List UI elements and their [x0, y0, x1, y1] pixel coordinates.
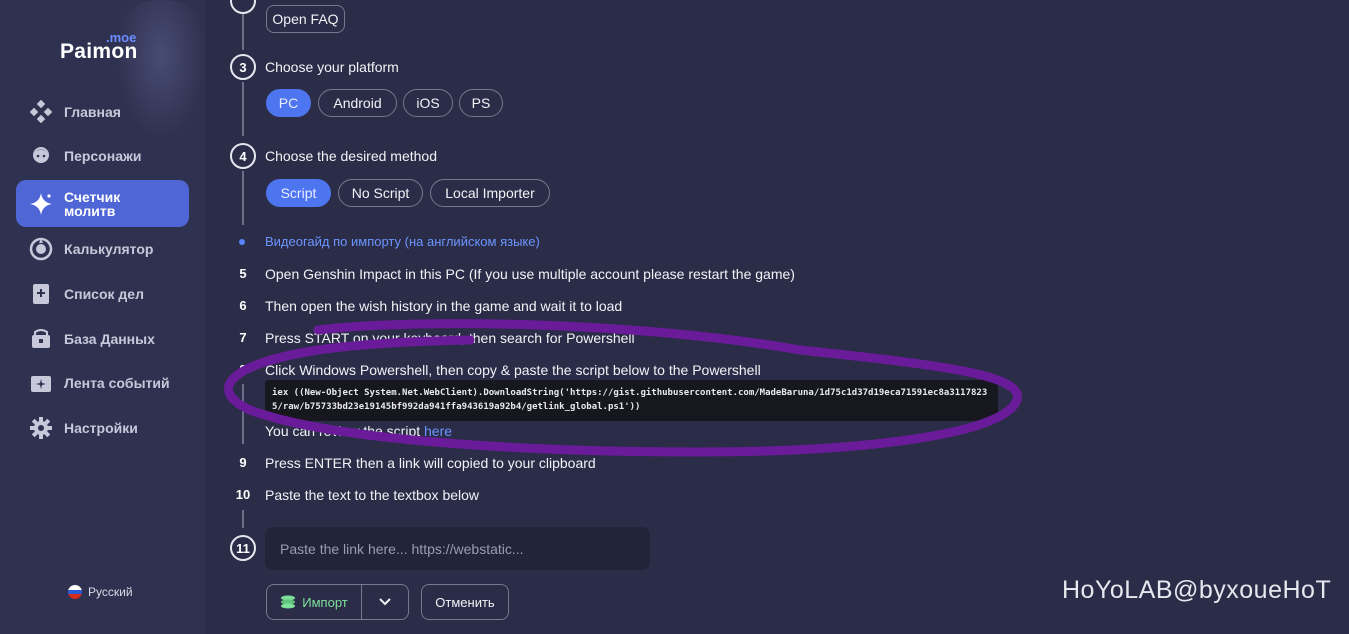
sidebar-item-settings[interactable]: Настройки [16, 408, 189, 448]
watermark-text: HoYoLAB@byxoueHoT [1062, 576, 1332, 604]
platform-android-option[interactable]: Android [318, 89, 397, 117]
sidebar-item-label: База Данных [64, 331, 155, 347]
platform-ios-option[interactable]: iOS [403, 89, 453, 117]
open-faq-button[interactable]: Open FAQ [266, 5, 345, 33]
link-paste-input[interactable] [265, 527, 650, 570]
method-script-option[interactable]: Script [266, 179, 331, 207]
cancel-button[interactable]: Отменить [421, 584, 509, 620]
gear-icon [28, 415, 54, 441]
todo-list-icon [28, 281, 54, 307]
sparkle-icon [28, 191, 54, 217]
video-guide-link[interactable]: Видеогайд по импорту (на английском язык… [265, 234, 540, 249]
step-5-number: 5 [239, 266, 247, 281]
sidebar-item-home[interactable]: Главная [16, 92, 189, 132]
step-10-number: 10 [235, 487, 251, 502]
import-button[interactable]: Импорт [266, 584, 362, 620]
platform-pc-option[interactable]: PC [266, 89, 311, 117]
sidebar-item-todo[interactable]: Список дел [16, 274, 189, 314]
calculator-ring-icon [28, 236, 54, 262]
step-8-number: 8 [239, 362, 247, 377]
sidebar: .moe Paimon Главная Персонажи Счетчик мо… [0, 0, 206, 634]
step-8-text: Click Windows Powershell, then copy & pa… [265, 362, 761, 378]
platform-ps-option[interactable]: PS [459, 89, 503, 117]
russian-flag-icon [68, 585, 82, 599]
sidebar-item-characters[interactable]: Персонажи [16, 136, 189, 176]
import-label: Импорт [302, 594, 348, 610]
sidebar-item-database[interactable]: База Данных [16, 319, 189, 359]
step-9-text: Press ENTER then a link will copied to y… [265, 455, 596, 471]
sidebar-item-events[interactable]: Лента событий [16, 363, 189, 403]
language-switcher[interactable]: Русский [68, 585, 133, 599]
sidebar-item-calculator[interactable]: Калькулятор [16, 229, 189, 269]
step-3-text: Choose your platform [265, 59, 399, 75]
character-face-icon [28, 143, 54, 169]
step-connector [242, 14, 244, 50]
sidebar-item-label: Список дел [64, 286, 144, 302]
step-7-number: 7 [239, 330, 247, 345]
bullet-dot [239, 239, 245, 245]
step-7-text: Press START on your keyboard, then searc… [265, 330, 635, 346]
review-prefix: You can review the script [265, 423, 425, 439]
step-11-marker: 11 [230, 535, 256, 561]
sidebar-item-label: Персонажи [64, 148, 142, 164]
review-script-text: You can review the script here [265, 423, 452, 439]
step-5-text: Open Genshin Impact in this PC (If you u… [265, 266, 795, 282]
chevron-down-icon [379, 598, 391, 606]
sidebar-item-label: Калькулятор [64, 241, 154, 257]
stack-icon [280, 595, 296, 609]
step-4-text: Choose the desired method [265, 148, 437, 164]
step-connector [242, 510, 244, 528]
language-label: Русский [88, 585, 133, 599]
diamond-grid-icon [28, 99, 54, 125]
sidebar-item-label: Счетчик молитв [64, 188, 121, 219]
step-3-marker: 3 [230, 54, 256, 80]
event-feed-icon [28, 370, 54, 396]
step-2-marker [230, 0, 256, 14]
method-no-script-option[interactable]: No Script [338, 179, 423, 207]
step-6-text: Then open the wish history in the game a… [265, 298, 623, 314]
step-6-number: 6 [239, 298, 247, 313]
step-connector [242, 171, 244, 225]
import-options-dropdown[interactable] [361, 584, 409, 620]
sidebar-item-label: Лента событий [64, 375, 170, 391]
step-9-number: 9 [239, 455, 247, 470]
step-4-marker: 4 [230, 143, 256, 169]
sidebar-item-label: Настройки [64, 420, 138, 436]
step-connector [242, 82, 244, 136]
logo-name: Paimon [60, 40, 138, 63]
chest-icon [28, 326, 54, 352]
step-10-text: Paste the text to the textbox below [265, 487, 480, 503]
review-script-link[interactable]: here [424, 423, 452, 439]
sidebar-item-label: Главная [64, 104, 121, 120]
sidebar-item-wish-counter[interactable]: Счетчик молитв [16, 180, 189, 227]
powershell-script-code[interactable]: iex ((New-Object System.Net.WebClient).D… [265, 380, 998, 421]
step-connector [242, 384, 244, 444]
method-local-importer-option[interactable]: Local Importer [430, 179, 550, 207]
